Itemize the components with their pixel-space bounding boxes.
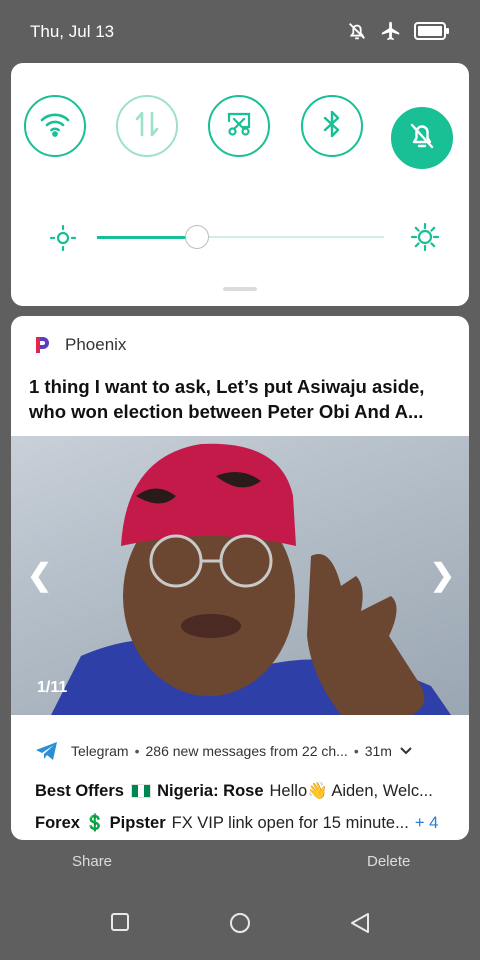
telegram-app-name: Telegram <box>71 743 129 759</box>
brightness-slider-fill <box>97 236 198 239</box>
back-icon <box>351 913 369 933</box>
phoenix-app-icon <box>31 334 53 356</box>
screenshot-toggle[interactable] <box>208 95 270 157</box>
brightness-high-icon <box>409 221 441 258</box>
brightness-row <box>47 221 440 253</box>
brightness-slider[interactable] <box>97 225 384 249</box>
panel-drag-handle[interactable] <box>223 287 257 291</box>
wifi-icon <box>39 110 71 143</box>
back-button[interactable] <box>349 912 371 939</box>
status-bar: Thu, Jul 13 <box>0 0 480 64</box>
background-share-label: Share <box>72 853 113 870</box>
battery-icon <box>414 21 450 41</box>
notification-app-name: Phoenix <box>65 335 127 354</box>
home-icon <box>230 913 250 933</box>
telegram-notification-header[interactable]: Telegram • 286 new messages from 22 ch..… <box>35 740 455 762</box>
bell-off-icon <box>408 121 436 156</box>
previous-image-arrow[interactable]: ❮ <box>27 558 52 593</box>
navigation-bar <box>0 888 480 960</box>
separator-dot: • <box>353 743 359 759</box>
mute-notification-icon <box>346 20 368 42</box>
brightness-low-icon <box>47 222 79 259</box>
dollar-icon: 💲 <box>84 814 106 832</box>
message-body: FX VIP link open for 15 minute... <box>171 814 409 832</box>
image-counter: 1/11 <box>37 679 68 696</box>
separator-dot: • <box>134 743 140 759</box>
notification-title: 1 thing I want to ask, Let’s put Asiwaju… <box>29 374 455 424</box>
mobile-data-toggle[interactable] <box>116 95 178 157</box>
recents-button[interactable] <box>110 912 130 937</box>
wifi-toggle[interactable] <box>24 95 86 157</box>
sender-name-part: Pipster <box>109 814 166 832</box>
telegram-summary: 286 new messages from 22 ch... <box>145 743 348 759</box>
screenshot-icon <box>224 109 254 144</box>
brightness-slider-thumb[interactable] <box>185 225 210 249</box>
expand-chevron-icon[interactable] <box>400 747 412 755</box>
sender-name-part: Forex <box>35 814 80 832</box>
telegram-message-row[interactable]: Best Offers Nigeria: Rose Hello👋 Aiden, … <box>35 782 445 801</box>
sender-name-part: Nigeria: Rose <box>157 782 264 800</box>
data-transfer-icon <box>134 109 160 144</box>
telegram-icon <box>35 741 59 761</box>
notification-title-line-1: 1 thing I want to ask, Let’s put Asiwaju… <box>29 376 425 397</box>
airplane-mode-icon <box>380 20 402 42</box>
message-body: Hello👋 Aiden, Welc... <box>269 782 433 800</box>
message-sender: Forex 💲 Pipster <box>35 814 166 833</box>
recents-icon <box>111 913 129 931</box>
telegram-message-row[interactable]: Forex 💲 Pipster FX VIP link open for 15 … <box>35 814 445 833</box>
do-not-disturb-toggle[interactable] <box>391 107 453 169</box>
news-photo-illustration <box>51 443 451 715</box>
status-icons <box>346 20 450 42</box>
phoenix-notification[interactable]: Phoenix 1 thing I want to ask, Let’s put… <box>11 316 469 840</box>
next-image-arrow[interactable]: ❯ <box>430 558 455 593</box>
quick-settings-panel <box>11 63 469 306</box>
nigeria-flag-icon <box>130 784 151 798</box>
news-photo[interactable]: ❮ ❯ 1/11 <box>11 436 469 715</box>
notification-title-line-2: who won election between Peter Obi And A… <box>29 401 424 422</box>
bluetooth-icon <box>320 108 344 145</box>
status-date: Thu, Jul 13 <box>30 22 115 41</box>
home-button[interactable] <box>229 912 251 939</box>
telegram-time: 31m <box>364 743 392 759</box>
more-messages-count[interactable]: + 4 <box>415 814 438 833</box>
bluetooth-toggle[interactable] <box>301 95 363 157</box>
background-delete-label: Delete <box>367 853 411 870</box>
message-sender: Best Offers Nigeria: Rose <box>35 782 264 801</box>
sender-name-part: Best Offers <box>35 782 124 800</box>
notification-header: Phoenix <box>31 334 126 356</box>
